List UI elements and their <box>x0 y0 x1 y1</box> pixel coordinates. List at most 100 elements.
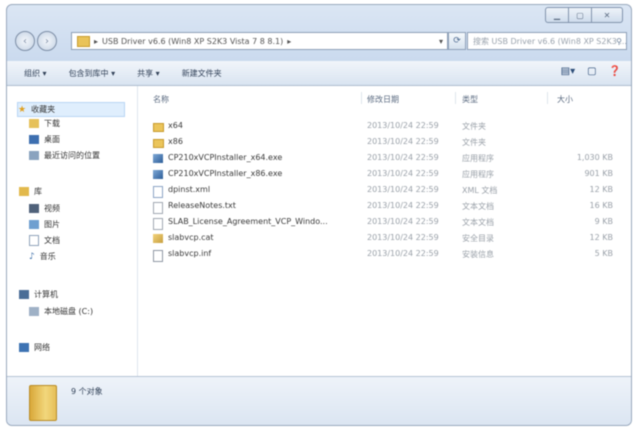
chevron-down-icon[interactable]: ▾ <box>439 37 443 46</box>
sidebar-item-local-disk[interactable]: 本地磁盘 (C:) <box>29 306 93 317</box>
sidebar-item-desktop[interactable]: 桌面 <box>29 134 60 145</box>
file-row[interactable]: CP210xVCPInstaller_x86.exe 2013/10/24 22… <box>153 167 613 182</box>
sidebar-item-videos[interactable]: 视频 <box>29 203 60 214</box>
sidebar-item-computer[interactable]: 计算机 <box>19 289 58 300</box>
sidebar-item-label: 收藏夹 <box>31 105 56 114</box>
file-row[interactable]: CP210xVCPInstaller_x64.exe 2013/10/24 22… <box>153 151 613 166</box>
file-row[interactable]: ReleaseNotes.txt 2013/10/24 22:59 文本文档 1… <box>153 199 613 214</box>
content-area: ★ 收藏夹 下载 桌面 最近访问的位置 库 视频 图片 文档 ♪ 音乐 计算机 … <box>7 86 631 376</box>
address-path[interactable]: USB Driver v6.6 (Win8 XP S2K3 Vista 7 8 … <box>102 37 283 46</box>
file-type: 文本文档 <box>462 218 494 227</box>
new-folder-button[interactable]: 新建文件夹 <box>182 68 222 79</box>
file-row[interactable]: slabvcp.cat 2013/10/24 22:59 安全目录 12 KB <box>153 231 613 246</box>
sidebar-item-music[interactable]: ♪ 音乐 <box>29 251 56 262</box>
sidebar-item-label: 视频 <box>44 204 60 213</box>
refresh-button[interactable]: ⟳ <box>448 32 466 50</box>
recent-places-icon <box>29 151 39 160</box>
minimize-icon[interactable]: ▁ <box>545 7 569 23</box>
file-row[interactable]: SLAB_License_Agreement_VCP_Windo... 2013… <box>153 215 613 230</box>
music-icon: ♪ <box>29 252 35 262</box>
column-header-size[interactable]: 大小 <box>557 94 573 105</box>
file-name: CP210xVCPInstaller_x64.exe <box>168 153 283 162</box>
downloads-icon <box>29 119 39 128</box>
file-size: 5 KB <box>594 249 613 258</box>
star-icon: ★ <box>18 105 27 115</box>
file-row[interactable]: x64 2013/10/24 22:59 文件夹 <box>153 119 613 134</box>
file-date: 2013/10/24 22:59 <box>367 185 439 194</box>
organize-button[interactable]: 组织 ▾ <box>24 68 47 79</box>
sidebar-item-label: 本地磁盘 (C:) <box>44 307 94 316</box>
column-divider[interactable] <box>547 92 548 104</box>
sidebar-item-recent-places[interactable]: 最近访问的位置 <box>29 150 100 161</box>
preview-pane-icon[interactable]: ▢ <box>587 66 596 77</box>
pictures-icon <box>29 220 39 229</box>
sidebar-item-label: 计算机 <box>34 290 58 299</box>
file-row[interactable]: dpinst.xml 2013/10/24 22:59 XML 文档 12 KB <box>153 183 613 198</box>
search-input[interactable]: 搜索 USB Driver v6.6 (Win8 XP S2K3 ... ⚲ <box>467 32 627 50</box>
file-name: ReleaseNotes.txt <box>168 201 236 210</box>
forward-button[interactable]: › <box>37 31 57 51</box>
command-bar: 组织 ▾ 包含到库中 ▾ 共享 ▾ 新建文件夹 ▤▾ ▢ ❓ <box>7 61 631 86</box>
sidebar-item-downloads[interactable]: 下载 <box>29 118 60 129</box>
file-row[interactable]: slabvcp.inf 2013/10/24 22:59 安装信息 5 KB <box>153 247 613 262</box>
column-header-type[interactable]: 类型 <box>462 94 478 105</box>
column-divider[interactable] <box>455 92 456 104</box>
documents-icon <box>29 235 39 246</box>
file-name: dpinst.xml <box>168 185 211 194</box>
help-icon[interactable]: ❓ <box>609 66 621 77</box>
details-pane: 9 个对象 <box>7 376 631 425</box>
include-in-library-button[interactable]: 包含到库中 ▾ <box>69 68 116 79</box>
file-size: 12 KB <box>589 185 613 194</box>
folder-icon <box>153 139 164 148</box>
file-row[interactable]: x86 2013/10/24 22:59 文件夹 <box>153 135 613 150</box>
share-button[interactable]: 共享 ▾ <box>137 68 160 79</box>
sidebar-item-favorites[interactable]: ★ 收藏夹 <box>17 102 125 117</box>
file-type: 文件夹 <box>462 122 486 131</box>
video-icon <box>29 204 39 213</box>
file-date: 2013/10/24 22:59 <box>367 201 439 210</box>
inf-icon <box>153 250 163 262</box>
file-name: x64 <box>168 121 183 130</box>
search-icon[interactable]: ⚲ <box>616 37 622 46</box>
sidebar-item-label: 文档 <box>44 236 60 245</box>
file-date: 2013/10/24 22:59 <box>367 249 439 258</box>
file-date: 2013/10/24 22:59 <box>367 217 439 226</box>
back-button[interactable]: ‹ <box>15 31 35 51</box>
navigation-pane: ★ 收藏夹 下载 桌面 最近访问的位置 库 视频 图片 文档 ♪ 音乐 计算机 … <box>7 86 138 376</box>
close-icon[interactable]: ✕ <box>592 7 623 23</box>
desktop-icon <box>29 135 39 144</box>
file-type: 应用程序 <box>462 154 494 163</box>
file-name: slabvcp.cat <box>168 233 214 242</box>
search-placeholder: 搜索 USB Driver v6.6 (Win8 XP S2K3 ... <box>473 36 627 46</box>
sidebar-item-label: 音乐 <box>39 252 56 261</box>
drive-icon <box>29 307 39 316</box>
view-options-icon[interactable]: ▤▾ <box>561 66 575 77</box>
exe-icon <box>153 170 163 179</box>
file-date: 2013/10/24 22:59 <box>367 233 439 242</box>
item-count: 9 个对象 <box>71 387 103 396</box>
address-bar[interactable]: ▸ USB Driver v6.6 (Win8 XP S2K3 Vista 7 … <box>71 32 448 50</box>
refresh-icon: ⟳ <box>453 36 461 46</box>
folder-icon <box>29 385 57 421</box>
sidebar-item-documents[interactable]: 文档 <box>29 235 60 246</box>
file-name: SLAB_License_Agreement_VCP_Windo... <box>168 217 328 226</box>
caption-buttons: ▁ ▢ ✕ <box>545 7 623 23</box>
column-divider[interactable] <box>361 92 362 104</box>
file-date: 2013/10/24 22:59 <box>367 137 439 146</box>
exe-icon <box>153 154 163 163</box>
file-name: CP210xVCPInstaller_x86.exe <box>168 169 283 178</box>
column-header-name[interactable]: 名称 <box>153 94 169 105</box>
maximize-icon[interactable]: ▢ <box>569 7 592 23</box>
file-size: 12 KB <box>589 233 613 242</box>
column-header-date[interactable]: 修改日期 <box>367 94 399 105</box>
file-type: 文件夹 <box>462 138 486 147</box>
file-size: 901 KB <box>584 169 613 178</box>
file-size: 16 KB <box>589 201 613 210</box>
network-icon <box>19 343 29 352</box>
sidebar-item-network[interactable]: 网络 <box>19 342 50 353</box>
chevron-right-icon: ▸ <box>287 36 292 46</box>
sidebar-item-pictures[interactable]: 图片 <box>29 219 60 230</box>
sidebar-item-libraries[interactable]: 库 <box>19 186 42 197</box>
sidebar-item-label: 库 <box>34 187 42 196</box>
file-type: 安装信息 <box>462 250 494 259</box>
